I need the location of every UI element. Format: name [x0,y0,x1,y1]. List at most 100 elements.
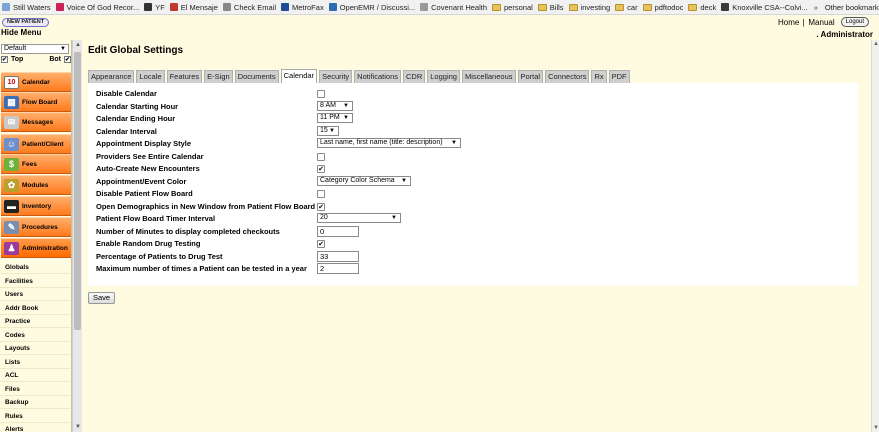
nav-modules[interactable]: ✿ Modules [1,175,71,195]
admin-item-rules[interactable]: Rules [0,410,70,423]
globe-icon [55,3,64,11]
admin-item-acl[interactable]: ACL [0,369,70,382]
home-link[interactable]: Home [778,18,799,27]
other-bookmarks[interactable]: Other bookmarks [821,3,879,12]
bookmark-label: investing [580,2,611,12]
nav-patient-client[interactable]: ☺ Patient/Client [1,134,71,154]
setting-control: 0 [317,226,359,237]
left-navigation: Default ▼ ✔ Top Bot ✔ 10 Calendar ▦ Flow Bo… [0,40,72,432]
bookmark-label: Covenant Health [431,2,488,12]
bot-checkbox[interactable]: ✔ [64,56,71,63]
setting-select[interactable]: 20 ▼ [317,213,401,223]
admin-item-alerts[interactable]: Alerts [0,423,70,432]
bookmark-item[interactable]: OpenEMR / Discussi... [327,0,418,14]
bookmark-item[interactable]: pdftodoc [641,0,687,14]
bookmark-label: personal [504,2,533,12]
save-button[interactable]: Save [88,292,116,304]
menu-set-select[interactable]: Default ▼ [1,44,69,54]
admin-item-backup[interactable]: Backup [0,396,70,409]
setting-select[interactable]: 8 AM ▼ [317,101,353,111]
bookmark-item[interactable]: El Mensaje [168,0,221,14]
bookmark-item[interactable]: Voice Of God Recor... [54,0,143,14]
tab-logging[interactable]: Logging [427,70,460,83]
admin-item-globals[interactable]: Globals [0,261,70,274]
top-checkbox[interactable]: ✔ [1,56,8,63]
bookmark-item[interactable]: Knoxville CSA--Colvi... [719,0,810,14]
manual-link[interactable]: Manual [808,18,834,27]
bookmark-item[interactable]: Still Waters [0,0,54,14]
tab-e-sign[interactable]: E-Sign [204,70,233,83]
setting-checkbox[interactable] [317,90,325,98]
bookmark-item[interactable]: YF [142,0,168,14]
nav-flow-board[interactable]: ▦ Flow Board [1,92,71,112]
chevron-down-icon: ▼ [391,215,397,221]
tab-portal[interactable]: Portal [517,70,544,83]
tab-security[interactable]: Security [319,70,353,83]
bookmarks-overflow-icon[interactable]: » [811,3,821,12]
scroll-down-icon[interactable]: ▼ [873,425,879,431]
setting-control: Category Color Schema ▼ [317,176,411,186]
setting-checkbox[interactable]: ✔ [317,203,325,211]
setting-checkbox[interactable] [317,190,325,198]
admin-item-files[interactable]: Files [0,383,70,396]
admin-item-users[interactable]: Users [0,288,70,301]
tab-features[interactable]: Features [166,70,203,83]
admin-item-lists[interactable]: Lists [0,356,70,369]
tab-pdf[interactable]: PDF [608,70,630,83]
scroll-up-icon[interactable]: ▲ [873,41,879,47]
bookmark-item[interactable]: investing [567,0,614,14]
scroll-down-icon[interactable]: ▼ [75,424,81,430]
tab-documents[interactable]: Documents [234,70,279,83]
new-patient-button[interactable]: NEW PATIENT [2,18,50,27]
tab-cdr[interactable]: CDR [403,70,426,83]
setting-select[interactable]: Last name, first name (title: descriptio… [317,138,461,148]
setting-text-input[interactable]: 33 [317,251,359,262]
tab-calendar[interactable]: Calendar [280,69,318,83]
nav-administration[interactable]: ♟ Administration [1,238,71,258]
tab-connectors[interactable]: Connectors [545,70,590,83]
setting-checkbox[interactable]: ✔ [317,165,325,173]
bookmark-item[interactable]: Check Email [221,0,279,14]
nav-fees[interactable]: $ Fees [1,154,71,174]
bookmark-item[interactable]: Covenant Health [418,0,490,14]
scrollbar-thumb[interactable] [74,52,81,330]
nav-inventory[interactable]: ▬ Inventory [1,196,71,216]
chevron-down-icon: ▼ [401,178,407,184]
bookmark-item[interactable]: Bills [536,0,567,14]
folder-icon [568,3,578,11]
setting-control: 8 AM ▼ [317,101,353,111]
fees-icon: $ [4,157,19,171]
setting-checkbox[interactable] [317,153,325,161]
admin-item-practice[interactable]: Practice [0,315,70,328]
modules-icon: ✿ [4,178,19,192]
chevron-down-icon: ▼ [60,46,66,52]
bookmark-item[interactable]: personal [490,0,536,14]
nav-procedures[interactable]: ✎ Procedures [1,217,71,237]
admin-item-layouts[interactable]: Layouts [0,342,70,355]
logout-button[interactable]: Logout [840,17,869,27]
setting-select[interactable]: 11 PM ▼ [317,113,353,123]
page-scrollbar[interactable]: ▲ ▼ [871,40,879,432]
bookmark-item[interactable]: MetroFax [279,0,327,14]
setting-select[interactable]: 15 ▼ [317,126,339,136]
hide-menu-link[interactable]: Hide Menu [1,28,41,37]
tab-locale[interactable]: Locale [136,70,165,83]
admin-item-addr-book[interactable]: Addr Book [0,302,70,315]
tab-appearance[interactable]: Appearance [88,70,135,83]
setting-text-input[interactable]: 2 [317,263,359,274]
select-value: Category Color Schema [320,177,395,184]
tab-miscellaneous[interactable]: Miscellaneous [461,70,516,83]
nav-calendar[interactable]: 10 Calendar [1,72,71,92]
setting-checkbox[interactable]: ✔ [317,240,325,248]
bookmark-item[interactable]: deck [686,0,719,14]
nav-scrollbar[interactable]: ▲ ▼ [72,40,82,432]
scroll-up-icon[interactable]: ▲ [75,42,81,48]
setting-text-input[interactable]: 0 [317,226,359,237]
nav-messages[interactable]: ✉ Messages [1,112,71,132]
bookmark-item[interactable]: car [613,0,640,14]
setting-select[interactable]: Category Color Schema ▼ [317,176,411,186]
admin-item-codes[interactable]: Codes [0,329,70,342]
tab-rx[interactable]: Rx [591,70,607,83]
tab-notifications[interactable]: Notifications [354,70,402,83]
admin-item-facilities[interactable]: Facilities [0,275,70,288]
